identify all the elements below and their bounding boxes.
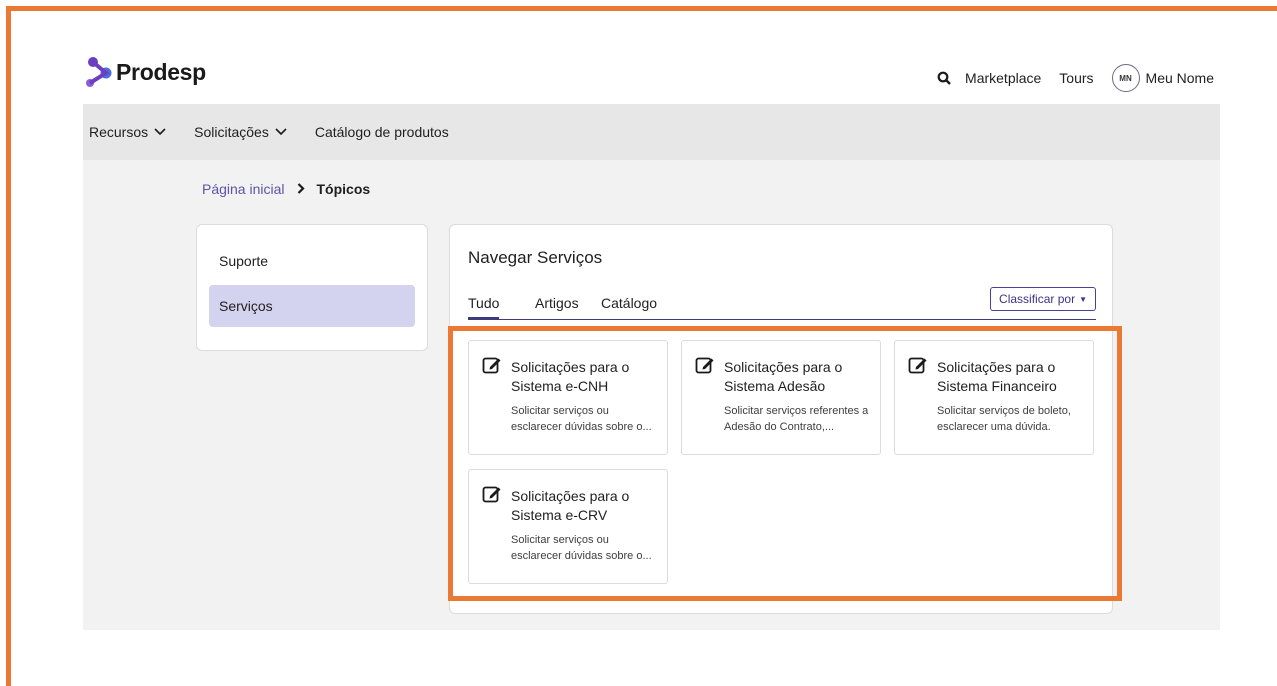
nav-item-recursos[interactable]: Recursos bbox=[89, 124, 166, 140]
marketplace-link[interactable]: Marketplace bbox=[965, 70, 1041, 86]
caret-down-icon: ▼ bbox=[1079, 294, 1087, 304]
service-card-adesao[interactable]: Solicitações para o Sistema Adesão Solic… bbox=[681, 340, 881, 455]
sort-button-label: Classificar por bbox=[999, 292, 1076, 306]
card-title: Solicitações para o Sistema Financeiro bbox=[937, 359, 1057, 394]
edit-icon bbox=[482, 355, 502, 380]
sidebar-item-suporte[interactable]: Suporte bbox=[209, 240, 415, 282]
edit-icon bbox=[695, 355, 715, 380]
prodesp-logo[interactable]: Prodesp bbox=[84, 56, 206, 88]
nav-item-label: Catálogo de produtos bbox=[314, 124, 449, 140]
chevron-down-icon bbox=[154, 128, 166, 136]
card-description: Solicitar serviços ou esclarecer dúvidas… bbox=[511, 534, 652, 562]
chevron-right-icon bbox=[297, 181, 305, 197]
tab-bar: Tudo Artigos Catálogo Classificar por ▼ bbox=[468, 287, 1096, 320]
avatar[interactable]: MN bbox=[1111, 64, 1140, 92]
nav-item-label: Solicitações bbox=[194, 124, 269, 140]
card-title: Solicitações para o Sistema e-CNH bbox=[511, 359, 630, 394]
card-description: Solicitar serviços referentes a Adesão d… bbox=[724, 405, 869, 433]
sidebar: Suporte Serviços bbox=[196, 224, 428, 351]
card-title: Solicitações para o Sistema e-CRV bbox=[511, 488, 630, 523]
edit-icon bbox=[482, 484, 502, 509]
main-nav: Recursos Solicitações Catálogo de produt… bbox=[83, 104, 1220, 160]
sidebar-item-servicos[interactable]: Serviços bbox=[209, 285, 415, 327]
sidebar-item-label: Suporte bbox=[219, 253, 269, 269]
tab-artigos[interactable]: Artigos bbox=[535, 295, 579, 317]
breadcrumb: Página inicial Tópicos bbox=[202, 181, 370, 197]
top-right-menu: Marketplace Tours MN Meu Nome bbox=[937, 64, 1214, 92]
tours-link[interactable]: Tours bbox=[1059, 70, 1093, 86]
edit-icon bbox=[908, 355, 928, 380]
nav-item-catalogo[interactable]: Catálogo de produtos bbox=[315, 124, 449, 140]
chevron-down-icon bbox=[275, 128, 287, 136]
sort-button[interactable]: Classificar por ▼ bbox=[990, 287, 1096, 311]
logo-mark-icon bbox=[86, 57, 112, 87]
service-card-ecrv[interactable]: Solicitações para o Sistema e-CRV Solici… bbox=[468, 469, 668, 584]
panel-title: Navegar Serviços bbox=[468, 248, 603, 267]
tab-tudo[interactable]: Tudo bbox=[468, 295, 500, 319]
user-name[interactable]: Meu Nome bbox=[1146, 70, 1214, 86]
breadcrumb-current: Tópicos bbox=[316, 181, 371, 197]
breadcrumb-home-link[interactable]: Página inicial bbox=[202, 181, 285, 197]
service-card-financeiro[interactable]: Solicitações para o Sistema Financeiro S… bbox=[894, 340, 1094, 455]
card-description: Solicitar serviços de boleto, esclarecer… bbox=[937, 405, 1071, 433]
logo-text: Prodesp bbox=[116, 58, 206, 85]
card-description: Solicitar serviços ou esclarecer dúvidas… bbox=[511, 405, 652, 433]
card-title: Solicitações para o Sistema Adesão bbox=[724, 359, 843, 394]
service-card-ecnh[interactable]: Solicitações para o Sistema e-CNH Solici… bbox=[468, 340, 668, 455]
nav-item-solicitacoes[interactable]: Solicitações bbox=[194, 124, 287, 140]
top-bar: Prodesp Marketplace Tours MN Meu Nome bbox=[84, 56, 1224, 96]
search-icon[interactable] bbox=[937, 71, 951, 85]
tab-catalogo[interactable]: Catálogo bbox=[601, 295, 657, 317]
nav-item-label: Recursos bbox=[89, 124, 149, 140]
sidebar-item-label: Serviços bbox=[219, 298, 273, 314]
